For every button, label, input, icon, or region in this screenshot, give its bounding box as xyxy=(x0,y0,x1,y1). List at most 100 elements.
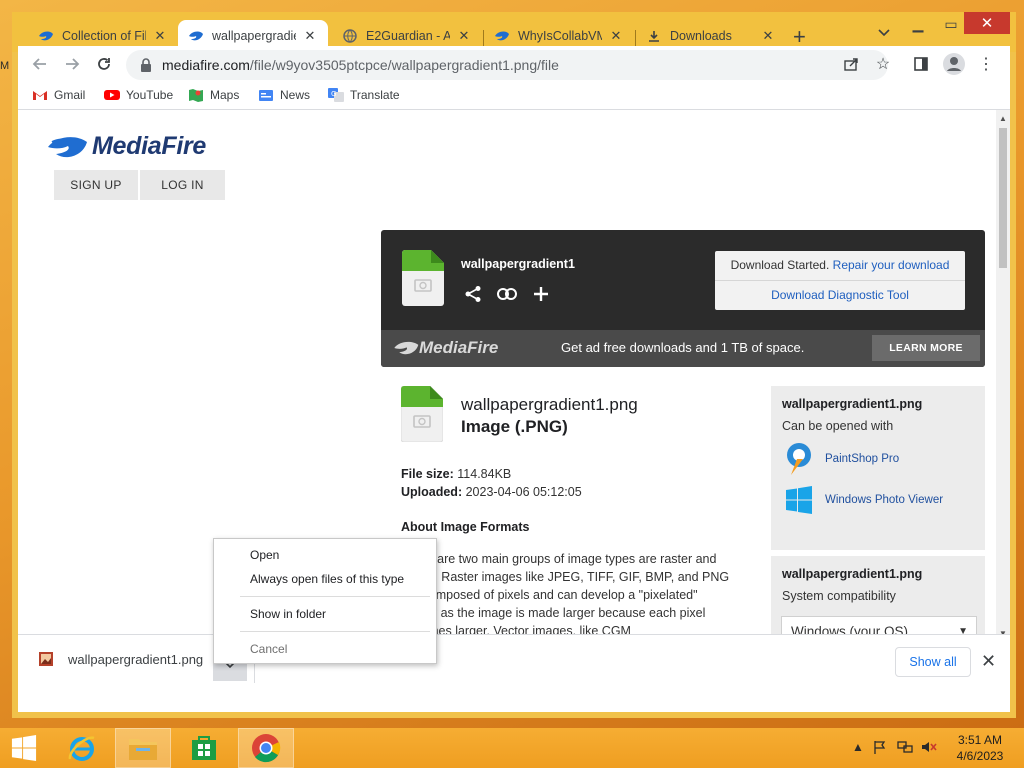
file-image-icon xyxy=(402,250,444,306)
app-paintshop[interactable]: PaintShop Pro xyxy=(785,442,899,476)
download-icon xyxy=(646,28,662,44)
show-hidden-icons-icon[interactable]: ▲ xyxy=(852,740,864,754)
close-icon[interactable]: ✕ xyxy=(608,28,624,44)
downloaded-file[interactable]: wallpapergradient1.png xyxy=(38,651,203,667)
chrome-icon[interactable] xyxy=(238,728,294,768)
mediafire-icon xyxy=(494,28,510,44)
bookmark-maps[interactable]: Maps xyxy=(188,88,239,102)
youtube-icon xyxy=(104,90,120,100)
clock-time: 3:51 AM xyxy=(957,733,1003,747)
opens-with-card: wallpapergradient1.png Can be opened wit… xyxy=(771,386,985,550)
tab-search-chevron-icon[interactable] xyxy=(878,26,890,40)
about-text: There are two main groups of image types… xyxy=(401,552,730,634)
card-subtitle: Can be opened with xyxy=(782,419,894,433)
globe-icon xyxy=(342,28,358,44)
menu-item-always-open[interactable]: Always open files of this type xyxy=(250,572,404,586)
file-name: wallpapergradient1.png xyxy=(461,395,638,414)
url-text: mediafire.com/file/w9yov3505ptcpce/wallp… xyxy=(162,57,559,73)
file-uploaded: Uploaded: 2023-04-06 05:12:05 xyxy=(401,485,582,499)
clock-date: 4/6/2023 xyxy=(956,749,1004,763)
system-clock[interactable]: 3:51 AM 4/6/2023 xyxy=(952,732,1008,764)
show-all-button[interactable]: Show all xyxy=(895,647,971,677)
close-icon[interactable]: ✕ xyxy=(456,28,472,44)
scroll-up-icon[interactable]: ▲ xyxy=(999,114,1007,123)
dropdown-caret-icon: ▼ xyxy=(958,626,968,634)
bookmark-translate[interactable]: G Translate xyxy=(328,88,400,102)
menu-item-show-in-folder[interactable]: Show in folder xyxy=(250,607,326,621)
add-icon[interactable] xyxy=(531,284,551,304)
download-started-text: Download Started. xyxy=(730,258,830,272)
png-file-icon xyxy=(39,652,53,666)
address-bar[interactable]: mediafire.com/file/w9yov3505ptcpce/wallp… xyxy=(126,50,888,80)
browser-window: Collection of Files ✕ wallpapergradient1… xyxy=(12,12,1016,718)
internet-explorer-icon[interactable] xyxy=(54,728,110,768)
menu-separator xyxy=(240,631,430,632)
side-panel-icon[interactable] xyxy=(909,52,933,76)
store-icon[interactable] xyxy=(176,728,232,768)
menu-item-open[interactable]: Open xyxy=(250,548,279,562)
divider xyxy=(715,280,965,281)
network-icon[interactable] xyxy=(897,740,913,757)
close-icon[interactable]: ✕ xyxy=(302,28,318,44)
web-page: MediaFire SIGN UP LOG IN wallpapergradie… xyxy=(18,110,1010,634)
scroll-thumb[interactable] xyxy=(999,128,1007,268)
reload-icon[interactable] xyxy=(92,52,116,76)
profile-avatar-icon[interactable] xyxy=(942,52,966,76)
minimize-icon[interactable]: ▁ xyxy=(907,16,929,38)
card-subtitle: System compatibility xyxy=(782,589,896,603)
mediafire-flame-icon xyxy=(394,341,419,355)
maximize-icon[interactable]: ▭ xyxy=(940,16,962,38)
window-close-icon[interactable]: ✕ xyxy=(964,12,1010,34)
download-context-menu: Open Always open files of this type Show… xyxy=(213,538,437,664)
taskbar: ▲ 3:51 AM 4/6/2023 xyxy=(0,728,1024,768)
app-photo-viewer[interactable]: Windows Photo Viewer xyxy=(785,486,943,514)
windows-logo-icon xyxy=(786,486,812,514)
news-icon xyxy=(259,90,273,101)
volume-muted-icon[interactable] xyxy=(921,740,937,757)
share-icon[interactable] xyxy=(840,52,864,76)
forward-arrow-icon[interactable] xyxy=(60,52,84,76)
login-button[interactable]: LOG IN xyxy=(140,170,225,200)
signup-button[interactable]: SIGN UP xyxy=(54,170,138,200)
bookmark-news[interactable]: News xyxy=(258,88,310,102)
mediafire-icon xyxy=(38,28,54,44)
close-icon[interactable]: ✕ xyxy=(152,28,168,44)
page-scrollbar[interactable]: ▲ ▼ xyxy=(996,110,1010,634)
close-shelf-icon[interactable]: ✕ xyxy=(981,651,996,672)
menu-item-cancel[interactable]: Cancel xyxy=(250,642,287,656)
mediafire-icon xyxy=(188,28,204,44)
mediafire-logo[interactable]: MediaFire xyxy=(46,132,206,161)
toolbar: mediafire.com/file/w9yov3505ptcpce/wallp… xyxy=(18,46,1010,82)
start-windows-icon[interactable] xyxy=(0,728,48,768)
bookmark-gmail[interactable]: Gmail xyxy=(32,88,85,102)
os-select[interactable]: Windows (your OS) ▼ xyxy=(781,616,977,634)
download-shelf: wallpapergradient1.png Show all ✕ xyxy=(18,634,1010,692)
share-icon[interactable] xyxy=(463,284,483,304)
maps-icon xyxy=(189,89,203,102)
learn-more-button[interactable]: LEARN MORE xyxy=(872,335,980,361)
file-explorer-icon[interactable] xyxy=(115,728,171,768)
panel-actions xyxy=(463,284,551,304)
diagnostic-tool-link[interactable]: Download Diagnostic Tool xyxy=(715,288,965,302)
bookmarks-bar: Gmail YouTube Maps News G Translate xyxy=(18,82,1010,110)
about-heading: About Image Formats xyxy=(401,520,530,534)
link-icon[interactable] xyxy=(497,284,517,304)
bookmark-star-icon[interactable]: ☆ xyxy=(871,52,895,76)
download-status-box: Download Started. Repair your download D… xyxy=(715,251,965,310)
svg-text:G: G xyxy=(331,90,336,98)
repair-download-link[interactable]: Repair your download xyxy=(833,258,950,272)
compatibility-card: wallpapergradient1.png System compatibil… xyxy=(771,556,985,634)
paintshop-icon xyxy=(787,443,811,475)
gmail-icon xyxy=(33,91,47,100)
close-icon[interactable]: ✕ xyxy=(760,28,776,44)
translate-icon: G xyxy=(328,88,344,102)
back-arrow-icon[interactable] xyxy=(28,52,52,76)
action-center-flag-icon[interactable] xyxy=(873,740,887,757)
bookmark-youtube[interactable]: YouTube xyxy=(104,88,173,102)
file-type: Image (.PNG) xyxy=(461,417,568,436)
file-image-icon xyxy=(401,386,443,442)
desktop-partial-label: M xyxy=(0,60,10,72)
lock-icon xyxy=(141,58,151,72)
more-menu-icon[interactable]: ⋮ xyxy=(974,52,998,76)
browser-content-frame: mediafire.com/file/w9yov3505ptcpce/wallp… xyxy=(18,46,1010,712)
